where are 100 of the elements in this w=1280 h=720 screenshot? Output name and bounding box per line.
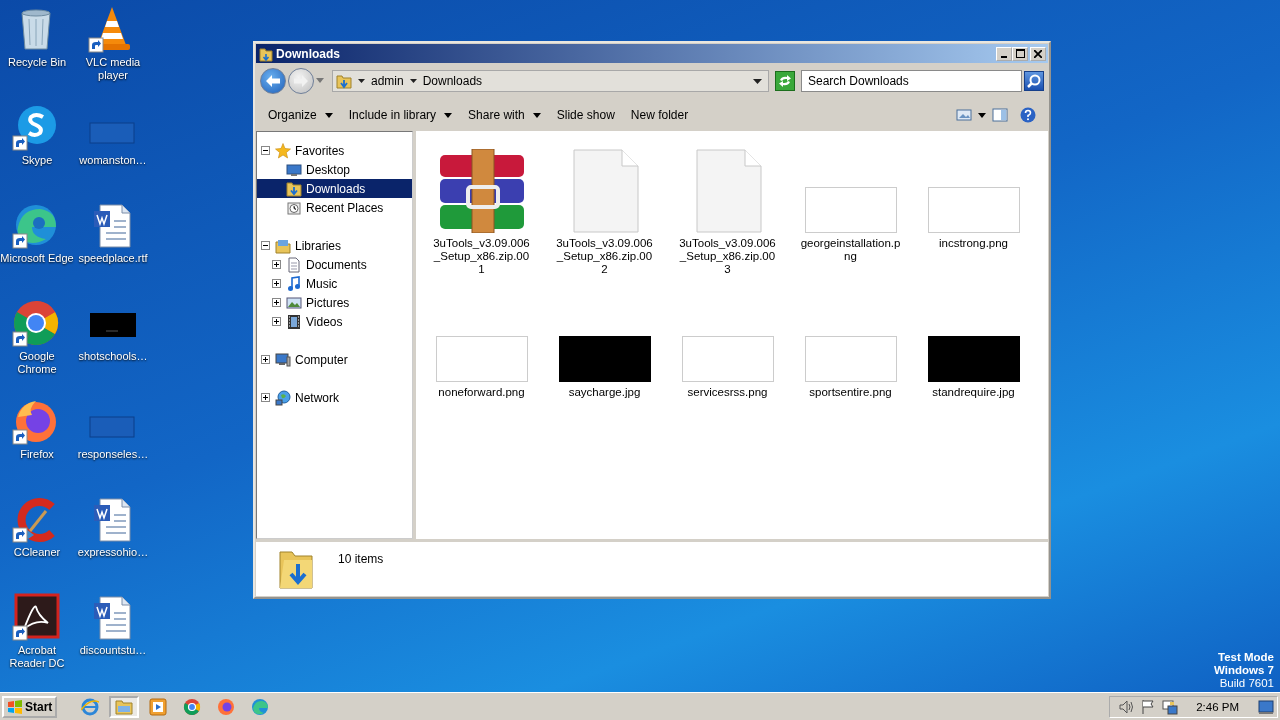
tree-item[interactable]: Videos xyxy=(257,312,412,331)
folder-icon xyxy=(115,697,134,716)
expand-icon[interactable] xyxy=(272,317,281,326)
expand-icon[interactable] xyxy=(261,393,270,402)
file-name[interactable]: saycharge.jpg xyxy=(554,386,655,399)
file-name[interactable]: 3uTools_v3.09.006_Setup_x86.zip.002 xyxy=(554,237,655,276)
image-thumbnail-icon[interactable] xyxy=(804,187,897,233)
tree-item[interactable]: Network xyxy=(257,388,412,407)
tree-item[interactable]: Libraries xyxy=(257,236,412,255)
expand-icon[interactable] xyxy=(272,298,281,307)
collapse-icon[interactable] xyxy=(261,241,270,250)
toolbar-button[interactable]: Organize xyxy=(260,105,341,125)
maximize-icon xyxy=(1015,49,1025,58)
expand-icon[interactable] xyxy=(272,260,281,269)
file-name[interactable]: sportsentire.png xyxy=(800,386,901,399)
desktop-icon-label[interactable]: Firefox xyxy=(20,448,54,461)
dropdown-caret-icon[interactable] xyxy=(753,78,762,84)
back-arrow-icon xyxy=(265,74,281,88)
picture-icon xyxy=(286,294,302,311)
dropdown-caret-icon xyxy=(444,112,453,118)
minimize-button[interactable] xyxy=(996,46,1012,61)
dropdown-caret-icon xyxy=(324,112,333,118)
maximize-button[interactable] xyxy=(1012,46,1028,61)
music-note-icon xyxy=(286,275,302,292)
back-button[interactable] xyxy=(260,68,286,94)
monitor-icon xyxy=(286,161,302,178)
film-icon xyxy=(286,313,302,330)
tree-item[interactable]: Documents xyxy=(257,255,412,274)
windows-logo-icon xyxy=(7,699,23,714)
breadcrumb-caret-icon[interactable] xyxy=(409,79,417,83)
refresh-icon xyxy=(778,75,792,87)
speaker-icon[interactable] xyxy=(1118,698,1135,715)
desktop-icon-label[interactable]: Google Chrome xyxy=(0,350,74,376)
image-thumbnail-icon[interactable] xyxy=(927,187,1020,233)
system-notice-text: Build 7601 xyxy=(1218,677,1274,690)
file-name[interactable]: standrequire.jpg xyxy=(923,386,1024,399)
desktop-icon-label[interactable]: shotschools… xyxy=(78,350,148,363)
view-options-caret-icon[interactable] xyxy=(978,112,986,118)
media-player-icon xyxy=(149,697,168,716)
desktop-icon-label[interactable]: expressohio… xyxy=(77,546,149,559)
image-thumbnail-icon[interactable] xyxy=(558,336,651,382)
desktop-icon-label[interactable]: CCleaner xyxy=(13,546,61,559)
toolbar-button[interactable]: Share with xyxy=(460,105,549,125)
file-name[interactable]: 3uTools_v3.09.006_Setup_x86.zip.001 xyxy=(431,237,532,276)
history-dropdown-icon[interactable] xyxy=(316,78,324,84)
file-name[interactable]: 3uTools_v3.09.006_Setup_x86.zip.003 xyxy=(677,237,778,276)
toolbar-button[interactable]: New folder xyxy=(622,105,697,125)
clock[interactable]: 2:46 PM xyxy=(1184,700,1249,713)
file-name[interactable]: servicesrss.png xyxy=(677,386,778,399)
file-name[interactable]: incstrong.png xyxy=(923,237,1024,250)
tree-item[interactable]: Recent Places xyxy=(257,198,412,217)
pdf-shortcut-icon[interactable] xyxy=(12,593,62,641)
library-icon xyxy=(275,237,291,254)
breadcrumb-caret-icon[interactable] xyxy=(358,79,365,83)
file-name[interactable]: noneforward.png xyxy=(431,386,532,399)
minimize-icon xyxy=(1001,55,1007,58)
view-icon xyxy=(956,108,972,122)
show-desktop-button[interactable] xyxy=(1255,699,1277,714)
desktop-icon-label[interactable]: speedplace.rtf xyxy=(78,252,148,265)
tree-item[interactable]: Favorites xyxy=(257,141,412,160)
desktop-icon-label[interactable]: Microsoft Edge xyxy=(0,252,74,265)
refresh-button[interactable] xyxy=(775,71,795,91)
forward-button[interactable] xyxy=(288,68,314,94)
monitor-icon xyxy=(1258,699,1274,714)
desktop-icon-label[interactable]: VLC media player xyxy=(75,56,151,82)
download-folder-icon xyxy=(278,548,314,590)
globe-e-icon xyxy=(81,697,100,716)
file-name[interactable]: georgeinstallation.png xyxy=(800,237,901,263)
breadcrumb-item[interactable]: admin xyxy=(371,74,404,88)
collapse-icon[interactable] xyxy=(261,146,270,155)
desktop-icon-label[interactable]: Acrobat Reader DC xyxy=(0,644,74,670)
desktop-icon-label[interactable]: discountstu… xyxy=(79,644,147,657)
desktop-icon-label[interactable]: Recycle Bin xyxy=(7,56,67,69)
image-thumbnail-icon[interactable] xyxy=(804,336,897,382)
image-thumbnail-icon[interactable] xyxy=(681,336,774,382)
toolbar-button[interactable]: Include in library xyxy=(340,105,461,125)
desktop-icon-label[interactable]: responseles… xyxy=(77,448,149,461)
address-bar[interactable]: admin Downloads xyxy=(332,70,769,92)
preview-pane-icon xyxy=(992,108,1008,122)
close-button[interactable] xyxy=(1030,46,1046,61)
expand-icon[interactable] xyxy=(272,279,281,288)
desktop-icon-label[interactable]: Skype xyxy=(21,154,53,167)
fox-globe-icon xyxy=(217,697,236,716)
tree-item[interactable]: Desktop xyxy=(257,160,412,179)
tree-item[interactable]: Pictures xyxy=(257,293,412,312)
expand-icon[interactable] xyxy=(261,355,270,364)
ring-logo-icon xyxy=(183,697,202,716)
image-thumbnail-icon[interactable] xyxy=(927,336,1020,382)
flag-icon[interactable] xyxy=(1140,698,1157,715)
tree-item[interactable]: Downloads xyxy=(257,179,412,198)
tree-item[interactable]: Music xyxy=(257,274,412,293)
network-status-icon[interactable] xyxy=(1162,698,1179,715)
image-thumbnail-icon[interactable] xyxy=(435,336,528,382)
tree-item[interactable]: Computer xyxy=(257,350,412,369)
desktop-icon-label[interactable]: womanston… xyxy=(79,154,147,167)
start-button[interactable]: Start xyxy=(2,695,58,718)
toolbar-button[interactable]: Slide show xyxy=(548,105,623,125)
search-field[interactable]: Search Downloads xyxy=(801,70,1022,92)
search-button[interactable] xyxy=(1024,71,1044,91)
breadcrumb-item[interactable]: Downloads xyxy=(422,74,483,88)
